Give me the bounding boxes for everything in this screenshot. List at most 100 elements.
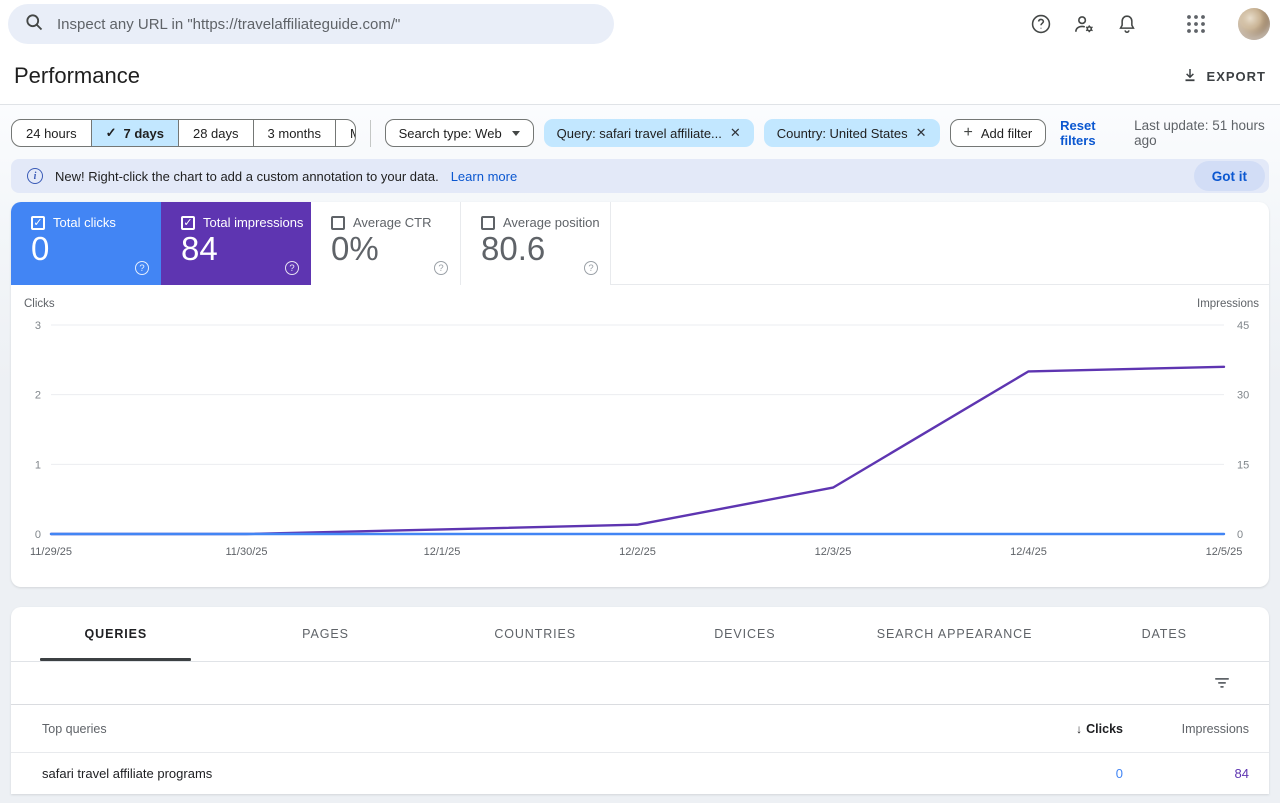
column-impressions[interactable]: Impressions [1123,722,1249,736]
metric-value: 0% [331,230,379,267]
svg-text:45: 45 [1237,320,1249,332]
plus-icon: + [963,124,973,141]
range-28-days[interactable]: 28 days [179,120,254,146]
total-clicks-card[interactable]: ✓ Total clicks 0 ? [11,202,161,285]
info-icon: i [27,168,43,184]
tab-queries[interactable]: QUERIES [11,607,221,661]
topbar-actions [1028,8,1272,40]
tab-dates[interactable]: DATES [1059,607,1269,661]
svg-text:0: 0 [35,529,41,541]
svg-text:12/1/25: 12/1/25 [424,546,461,558]
performance-chart-panel: ✓ Total clicks 0 ? ✓ Total impressions 8… [11,202,1269,587]
filter-list-icon[interactable] [1209,670,1235,696]
average-position-card[interactable]: Average position 80.6 ? [461,202,611,285]
last-update-text: Last update: 51 hours ago [1134,118,1265,148]
svg-text:Impressions: Impressions [1197,298,1259,310]
svg-text:0: 0 [1237,529,1243,541]
dimension-tabs: QUERIES PAGES COUNTRIES DEVICES SEARCH A… [11,607,1269,661]
help-icon[interactable]: ? [434,261,448,275]
checkmark-icon: ✓ [105,125,117,140]
range-7-days[interactable]: ✓ 7 days [91,120,179,146]
active-tab-underline [40,658,192,661]
annotation-banner: i New! Right-click the chart to add a cu… [11,159,1269,193]
tab-countries[interactable]: COUNTRIES [430,607,640,661]
help-icon[interactable]: ? [285,261,299,275]
range-24-hours[interactable]: 24 hours [12,120,92,146]
metric-cards: ✓ Total clicks 0 ? ✓ Total impressions 8… [11,202,1269,285]
date-range-segmented-control: 24 hours ✓ 7 days 28 days 3 months More [11,119,356,147]
query-cell[interactable]: safari travel affiliate programs [42,766,993,781]
filter-bar: 24 hours ✓ 7 days 28 days 3 months More … [11,105,1269,148]
got-it-button[interactable]: Got it [1193,161,1265,191]
query-filter-chip[interactable]: Query: safari travel affiliate... ✕ [543,119,754,147]
svg-text:15: 15 [1237,459,1249,471]
performance-line-chart[interactable]: 3 45 2 30 1 15 0 0 Clicks Impressions 11/29/25 11/3… [11,285,1269,587]
svg-text:2: 2 [35,390,41,402]
column-clicks-sorted[interactable]: ↓ Clicks [993,722,1123,736]
google-apps-grid-icon[interactable] [1183,11,1209,37]
checkbox-unchecked-icon[interactable] [331,215,345,230]
reset-filters-link[interactable]: Reset filters [1060,118,1124,148]
svg-text:11/30/25: 11/30/25 [225,546,267,558]
tab-pages[interactable]: PAGES [221,607,431,661]
search-type-chip[interactable]: Search type: Web [384,119,534,147]
range-3-months[interactable]: 3 months [254,120,337,146]
add-filter-button[interactable]: + Add filter [949,119,1047,147]
metric-value: 0 [31,230,50,267]
url-inspection-search-input[interactable]: Inspect any URL in "https://travelaffili… [8,4,614,44]
column-top-queries[interactable]: Top queries [42,722,993,736]
metric-value: 84 [181,230,218,267]
top-app-bar: Inspect any URL in "https://travelaffili… [0,0,1280,48]
tab-devices[interactable]: DEVICES [640,607,850,661]
help-icon[interactable] [1028,11,1054,37]
tab-search-appearance[interactable]: SEARCH APPEARANCE [850,607,1060,661]
checkbox-checked-icon[interactable]: ✓ [181,215,195,230]
total-impressions-card[interactable]: ✓ Total impressions 84 ? [161,202,311,285]
svg-text:Clicks: Clicks [24,298,55,310]
dimensions-table-panel: QUERIES PAGES COUNTRIES DEVICES SEARCH A… [11,607,1269,794]
metric-value: 80.6 [481,230,546,267]
metric-label: Average position [503,215,600,230]
help-icon[interactable]: ? [135,261,149,275]
chevron-down-icon [511,130,520,136]
average-ctr-card[interactable]: Average CTR 0% ? [311,202,461,285]
metric-label: Average CTR [353,215,432,230]
learn-more-link[interactable]: Learn more [451,169,517,184]
user-settings-icon[interactable] [1071,11,1097,37]
search-placeholder: Inspect any URL in "https://travelaffili… [57,15,401,33]
main-content: 24 hours ✓ 7 days 28 days 3 months More … [0,105,1280,803]
svg-text:3: 3 [35,320,41,332]
impressions-cell: 84 [1234,766,1249,781]
metric-label: Total impressions [203,215,304,230]
svg-text:1: 1 [35,459,41,471]
table-header-row: Top queries ↓ Clicks Impressions [11,704,1269,752]
page-title: Performance [14,63,140,88]
sort-descending-icon: ↓ [1076,721,1083,736]
help-icon[interactable]: ? [584,261,598,275]
svg-text:12/4/25: 12/4/25 [1010,546,1047,558]
clicks-cell: 0 [1115,766,1123,781]
page-header: Performance EXPORT [0,48,1280,105]
search-icon [24,12,44,37]
divider [369,119,371,147]
country-filter-chip[interactable]: Country: United States ✕ [763,119,940,147]
notifications-bell-icon[interactable] [1114,11,1140,37]
svg-text:12/3/25: 12/3/25 [815,546,852,558]
download-icon [1181,66,1199,87]
table-toolbar [11,661,1269,704]
export-button[interactable]: EXPORT [1181,66,1266,87]
table-row[interactable]: safari travel affiliate programs 0 84 [11,752,1269,794]
account-avatar[interactable] [1238,8,1270,40]
export-label: EXPORT [1206,68,1266,84]
checkbox-checked-icon[interactable]: ✓ [31,215,45,230]
svg-text:12/2/25: 12/2/25 [619,546,656,558]
banner-text: New! Right-click the chart to add a cust… [55,168,439,184]
svg-text:12/5/25: 12/5/25 [1206,546,1243,558]
svg-text:30: 30 [1237,390,1249,402]
svg-text:11/29/25: 11/29/25 [30,546,72,558]
metric-label: Total clicks [53,215,116,230]
range-more-dropdown[interactable]: More [336,120,355,146]
close-icon[interactable]: ✕ [730,125,741,141]
checkbox-unchecked-icon[interactable] [481,215,495,230]
close-icon[interactable]: ✕ [916,125,927,141]
